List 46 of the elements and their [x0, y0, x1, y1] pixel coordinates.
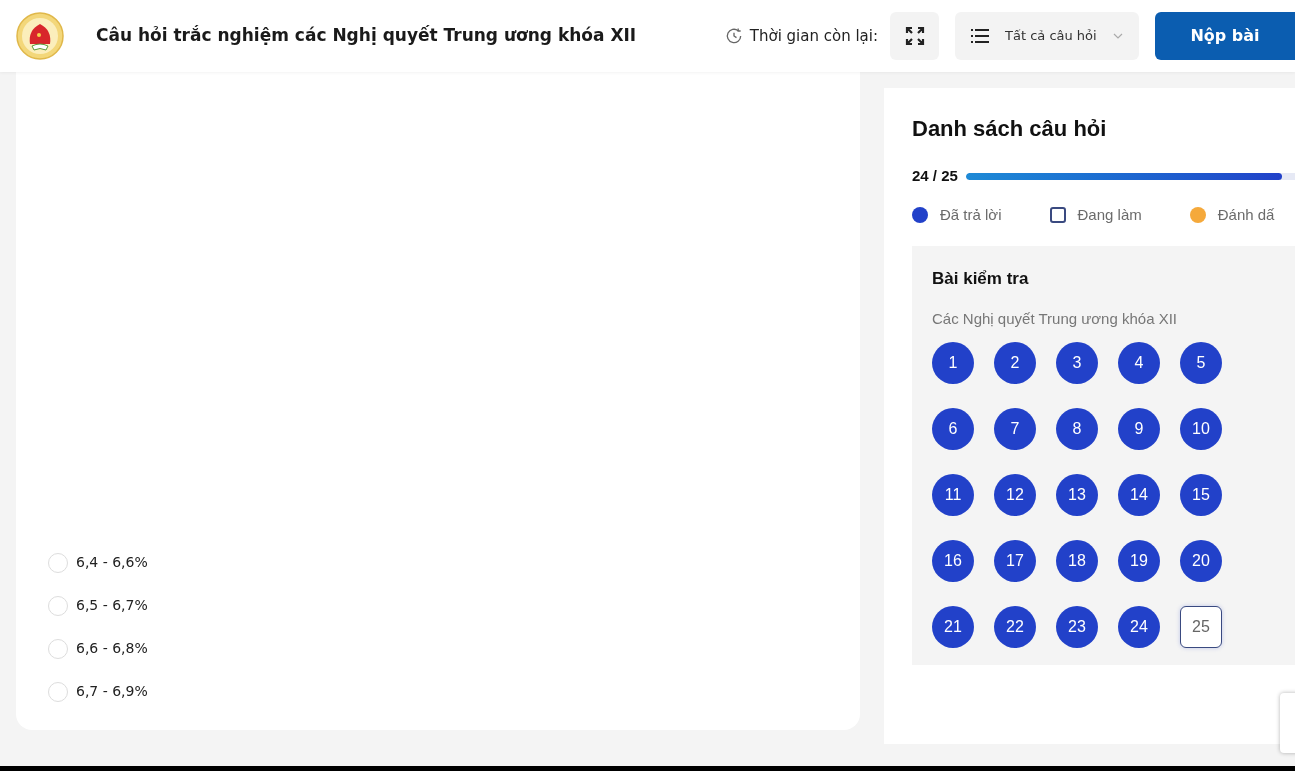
question-number-button[interactable]: 25	[1180, 606, 1222, 648]
question-number-button[interactable]: 11	[932, 474, 974, 516]
panel-title: Danh sách câu hỏi	[912, 115, 1108, 143]
question-number-button[interactable]: 12	[994, 474, 1036, 516]
question-number-button[interactable]: 17	[994, 540, 1036, 582]
timer-label: Thời gian còn lại:	[749, 25, 878, 47]
question-number-button[interactable]: 19	[1118, 540, 1160, 582]
legend-label: Đánh dấ	[1217, 204, 1275, 225]
legend-square	[1049, 206, 1066, 223]
chevron-down-icon	[1113, 33, 1123, 39]
question-number-button[interactable]: 21	[932, 606, 974, 648]
question-number-button[interactable]: 15	[1180, 474, 1222, 516]
question-number-button[interactable]: 1	[932, 342, 974, 384]
question-number-button[interactable]: 23	[1056, 606, 1098, 648]
question-number-button[interactable]: 3	[1056, 342, 1098, 384]
section-subtitle: Các Nghị quyết Trung ương khóa XII	[932, 308, 1178, 329]
question-number-button[interactable]: 9	[1118, 408, 1160, 450]
progress-reading: 24 / 25	[912, 166, 958, 186]
question-number-button[interactable]: 2	[994, 342, 1036, 384]
question-number-button[interactable]: 13	[1056, 474, 1098, 516]
submit-button[interactable]: Nộp bài	[1155, 12, 1295, 60]
list-icon	[971, 29, 989, 43]
question-number-button[interactable]: 18	[1056, 540, 1098, 582]
question-number-button[interactable]: 22	[994, 606, 1036, 648]
question-number-button[interactable]: 20	[1180, 540, 1222, 582]
answer-option[interactable]: 6,5 - 6,7%	[48, 595, 148, 616]
question-number-button[interactable]: 10	[1180, 408, 1222, 450]
question-number-button[interactable]: 4	[1118, 342, 1160, 384]
question-number-button[interactable]: 24	[1118, 606, 1160, 648]
question-filter-dropdown[interactable]: Tất cả câu hỏi	[955, 12, 1139, 60]
question-number-button[interactable]: 7	[994, 408, 1036, 450]
question-number-button[interactable]: 14	[1118, 474, 1160, 516]
question-number-button[interactable]: 6	[932, 408, 974, 450]
page-title: Câu hỏi trắc nghiệm các Nghị quyết Trung ương khóa XII	[96, 24, 637, 48]
fullscreen-button[interactable]	[890, 12, 939, 60]
answer-option[interactable]: 6,6 - 6,8%	[48, 638, 148, 659]
answer-option[interactable]: 6,4 - 6,6%	[48, 552, 148, 573]
question-number-button[interactable]: 8	[1056, 408, 1098, 450]
legend-label: Đang làm	[1077, 204, 1142, 225]
question-number-button[interactable]: 16	[932, 540, 974, 582]
emblem-logo	[16, 12, 64, 60]
legend-label: Đã trả lời	[940, 204, 1002, 225]
question-number-button[interactable]: 5	[1180, 342, 1222, 384]
section-title: Bài kiểm tra	[932, 268, 1030, 290]
answer-option[interactable]: 6,7 - 6,9%	[48, 681, 148, 702]
expand-icon	[904, 26, 925, 46]
